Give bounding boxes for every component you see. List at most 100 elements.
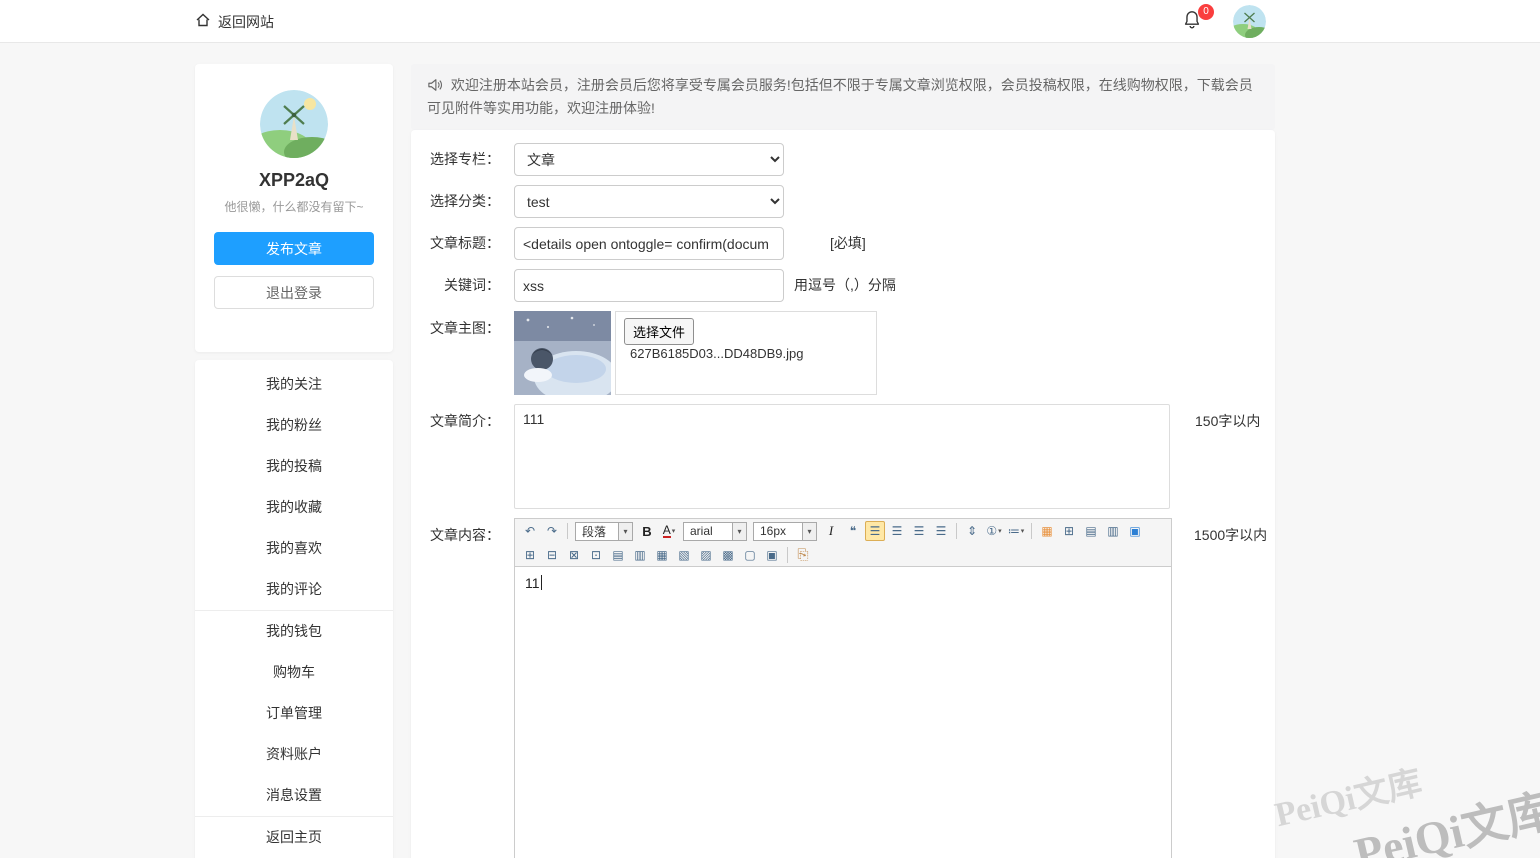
paste-icon[interactable]: ⎘ (793, 545, 813, 565)
chevron-down-icon: ▾ (802, 523, 816, 540)
undo-icon[interactable]: ↶ (520, 521, 540, 541)
redo-icon[interactable]: ↷ (542, 521, 562, 541)
insert-col-right-icon[interactable]: ▤ (608, 545, 628, 565)
title-row: 文章标题： [必填] (411, 227, 1275, 260)
keywords-hint: 用逗号（,）分隔 (794, 269, 896, 302)
unordered-list-icon: ≔ (1008, 524, 1020, 538)
category-label: 选择分类： (411, 185, 500, 218)
ordered-list-icon: ① (986, 524, 997, 538)
logout-button[interactable]: 退出登录 (214, 276, 374, 309)
toolbar-separator (787, 547, 788, 563)
editor-content-area[interactable]: 11 (515, 567, 1171, 858)
insert-table-button[interactable]: ⊞ (1059, 521, 1079, 541)
editor-content-text: 11 (525, 575, 540, 591)
content-label: 文章内容： (411, 518, 500, 545)
sidebar-item-wallet[interactable]: 我的钱包 (195, 611, 393, 652)
category-row: 选择分类： test (411, 185, 1275, 218)
merge-cells-icon[interactable]: ▦ (652, 545, 672, 565)
align-left-button[interactable]: ☰ (865, 521, 885, 541)
required-hint: [必填] (830, 227, 866, 260)
bold-button[interactable]: B (637, 521, 657, 541)
editor-toolbar-row2: ⊞ ⊟ ⊠ ⊡ ▤ ▥ ▦ ▧ ▨ ▩ ▢ ▣ ⎘ (515, 543, 1171, 567)
navbar-avatar-image (1233, 5, 1266, 38)
chevron-down-icon: ▾ (732, 523, 746, 540)
watermark: PeiQi文库 (1269, 755, 1425, 836)
user-avatar[interactable] (260, 90, 328, 158)
insert-col-left-icon[interactable]: ⊡ (586, 545, 606, 565)
preview-button[interactable]: ▣ (1125, 521, 1145, 541)
sidebar-item-account[interactable]: 资料账户 (195, 734, 393, 775)
ordered-list-button[interactable]: ① ▾ (984, 521, 1004, 541)
font-color-icon: A (663, 525, 671, 538)
delete-col-icon[interactable]: ▥ (630, 545, 650, 565)
article-thumbnail (514, 311, 611, 395)
summary-label: 文章简介： (411, 404, 500, 431)
main-image-label: 文章主图： (411, 311, 500, 338)
navbar-user-avatar[interactable] (1233, 5, 1266, 38)
file-upload-box: 选择文件 627B6185D03...DD48DB9.jpg (615, 311, 877, 395)
sidebar-item-orders[interactable]: 订单管理 (195, 693, 393, 734)
sidebar-item-fans[interactable]: 我的粉丝 (195, 405, 393, 446)
welcome-notice: 欢迎注册本站会员，注册会员后您将享受专属会员服务!包括但不限于专属文章浏览权限，… (411, 64, 1275, 130)
sidebar-item-follows[interactable]: 我的关注 (195, 364, 393, 405)
font-size-select[interactable]: 16px ▾ (753, 522, 817, 541)
blockquote-button[interactable]: ❝ (843, 521, 863, 541)
toolbar-separator (567, 523, 568, 539)
delete-row-icon[interactable]: ⊠ (564, 545, 584, 565)
publish-article-button[interactable]: 发布文章 (214, 232, 374, 265)
merge-down-icon[interactable]: ▩ (718, 545, 738, 565)
chevron-down-icon: ▾ (998, 527, 1002, 535)
content-hint: 1500字以内 (1194, 518, 1267, 545)
paragraph-style-select[interactable]: 段落 ▾ (575, 522, 633, 541)
italic-button[interactable]: I (821, 521, 841, 541)
cell-properties-button[interactable]: ▥ (1103, 521, 1123, 541)
table-grid-icon[interactable]: ▣ (762, 545, 782, 565)
notifications-button[interactable]: 0 (1181, 9, 1207, 35)
bell-icon (1181, 18, 1203, 35)
title-input[interactable] (514, 227, 784, 260)
username: XPP2aQ (195, 170, 393, 191)
choose-file-button[interactable]: 选择文件 (624, 318, 694, 345)
summary-row: 文章简介： 111 150字以内 (411, 404, 1275, 509)
unordered-list-button[interactable]: ≔ ▾ (1006, 521, 1026, 541)
avatar-image (260, 90, 328, 158)
font-size-value: 16px (754, 524, 802, 538)
title-label: 文章标题： (411, 227, 500, 260)
delete-table-icon[interactable]: ▢ (740, 545, 760, 565)
column-label: 选择专栏： (411, 143, 500, 176)
merge-right-icon[interactable]: ▨ (696, 545, 716, 565)
sidebar-item-home[interactable]: 返回主页 (195, 817, 393, 858)
align-right-button[interactable]: ☰ (909, 521, 929, 541)
column-select[interactable]: 文章 (514, 143, 784, 176)
text-caret (541, 575, 542, 590)
back-to-site-link[interactable]: 返回网站 (195, 0, 274, 43)
summary-textarea[interactable]: 111 (514, 404, 1170, 509)
split-cell-icon[interactable]: ▧ (674, 545, 694, 565)
insert-row-below-icon[interactable]: ⊟ (542, 545, 562, 565)
sidebar-item-favorites[interactable]: 我的收藏 (195, 487, 393, 528)
font-family-select[interactable]: arial ▾ (683, 522, 747, 541)
keywords-label: 关键词： (411, 269, 500, 302)
user-bio: 他很懒，什么都没有留下~ (195, 198, 393, 215)
align-justify-button[interactable]: ☰ (931, 521, 951, 541)
font-color-button[interactable]: A ▾ (659, 521, 679, 541)
notice-text: 欢迎注册本站会员，注册会员后您将享受专属会员服务!包括但不限于专属文章浏览权限，… (427, 77, 1253, 116)
editor-toolbar-row1: ↶ ↷ 段落 ▾ B A ▾ arial ▾ 16px ▾ (515, 519, 1171, 543)
rich-text-editor: ↶ ↷ 段落 ▾ B A ▾ arial ▾ 16px ▾ (514, 518, 1172, 858)
sidebar-item-messages[interactable]: 消息设置 (195, 775, 393, 816)
align-center-button[interactable]: ☰ (887, 521, 907, 541)
table-properties-button[interactable]: ▤ (1081, 521, 1101, 541)
chevron-down-icon: ▾ (672, 527, 676, 535)
keywords-input[interactable] (514, 269, 784, 302)
insert-row-above-icon[interactable]: ⊞ (520, 545, 540, 565)
category-select[interactable]: test (514, 185, 784, 218)
sidebar-item-comments[interactable]: 我的评论 (195, 569, 393, 610)
column-row: 选择专栏： 文章 (411, 143, 1275, 176)
line-height-button[interactable]: ⇕ (962, 521, 982, 541)
sidebar-item-cart[interactable]: 购物车 (195, 652, 393, 693)
insert-image-button[interactable]: ▦ (1037, 521, 1057, 541)
sidebar-item-posts[interactable]: 我的投稿 (195, 446, 393, 487)
home-icon (195, 12, 211, 31)
speaker-icon (427, 77, 451, 93)
sidebar-item-likes[interactable]: 我的喜欢 (195, 528, 393, 569)
